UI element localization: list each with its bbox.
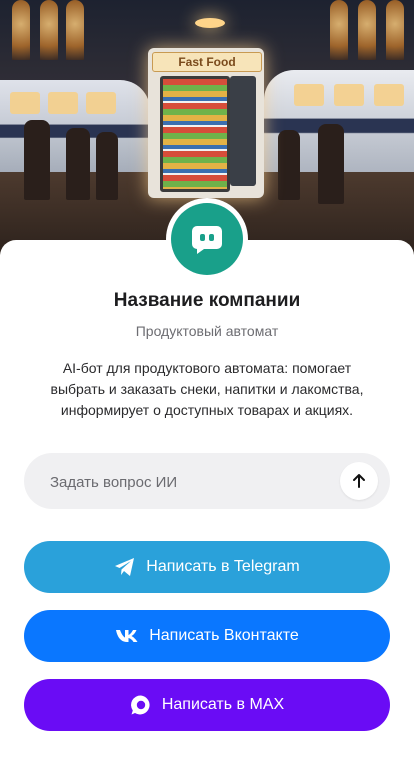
chat-bot-icon xyxy=(192,226,222,254)
station-window xyxy=(330,0,348,60)
person-figure xyxy=(318,124,344,204)
telegram-icon xyxy=(114,557,136,577)
vending-shelves xyxy=(160,76,230,192)
avatar xyxy=(166,198,248,280)
person-figure xyxy=(96,132,118,200)
max-icon xyxy=(130,694,152,716)
vk-icon xyxy=(115,629,139,643)
person-figure xyxy=(66,128,90,200)
company-name: Название компании xyxy=(113,290,301,311)
telegram-button-label: Написать в Telegram xyxy=(146,558,300,575)
vending-sign: Fast Food xyxy=(152,52,262,72)
person-figure xyxy=(24,120,50,200)
avatar-badge xyxy=(171,203,243,275)
ask-ai-input[interactable] xyxy=(48,453,352,511)
train-window xyxy=(334,84,364,106)
send-button[interactable] xyxy=(340,462,378,500)
station-window xyxy=(40,0,58,60)
train-window xyxy=(10,92,40,114)
vending-panel xyxy=(230,76,256,186)
vk-button-label: Написать Вконтакте xyxy=(149,627,299,644)
train-window xyxy=(86,92,116,114)
vk-button[interactable]: Написать Вконтакте xyxy=(24,610,390,662)
train-window xyxy=(374,84,404,106)
ask-ai-field xyxy=(24,453,390,511)
ceiling-lamp xyxy=(195,18,225,28)
station-window xyxy=(66,0,84,60)
station-window xyxy=(386,0,404,60)
vending-machine: Fast Food xyxy=(148,48,264,198)
train-window xyxy=(48,92,78,114)
max-button[interactable]: Написать в MAX xyxy=(24,679,390,731)
station-window xyxy=(12,0,30,60)
company-description: AI-бот для продуктового автомата: помога… xyxy=(50,360,364,418)
company-subtitle: Продуктовый автомат xyxy=(135,323,279,339)
train-window xyxy=(294,84,324,106)
max-button-label: Написать в MAX xyxy=(161,696,285,713)
telegram-button[interactable]: Написать в Telegram xyxy=(24,541,390,593)
station-window xyxy=(358,0,376,60)
arrow-up-icon xyxy=(353,474,365,488)
person-figure xyxy=(278,130,300,200)
